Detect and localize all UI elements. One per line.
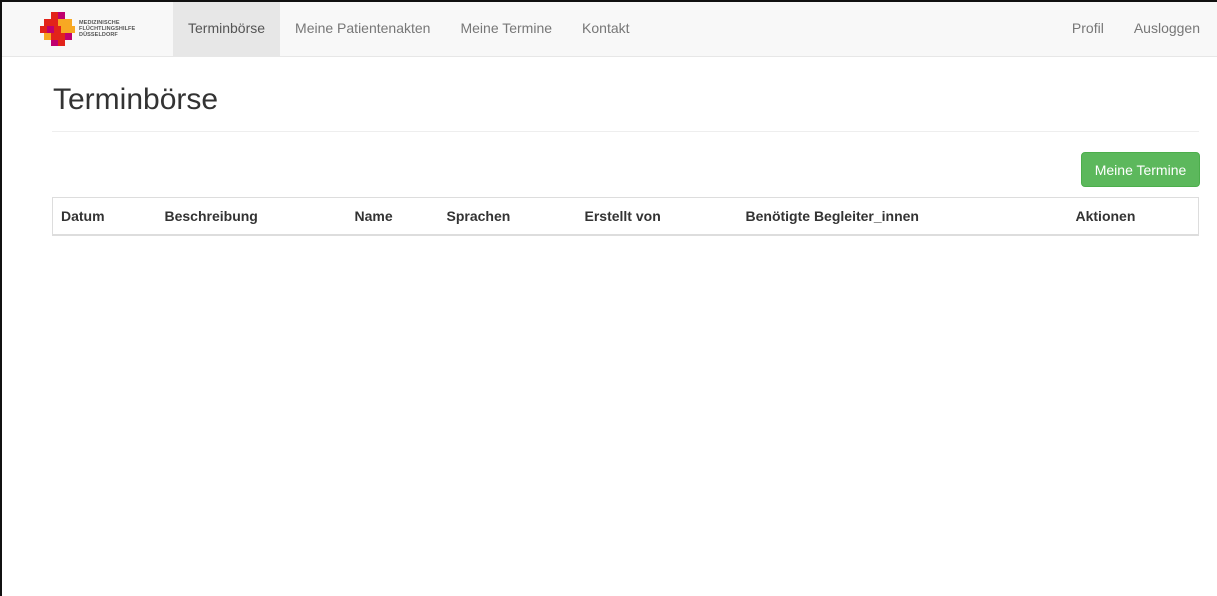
top-navbar: MEDIZINISCHE FLÜCHTLINGSHILFE DÜSSELDORF…	[0, 0, 1217, 57]
nav-item-terminboerse[interactable]: Terminbörse	[173, 0, 281, 56]
brand-wordmark: MEDIZINISCHE FLÜCHTLINGSHILFE DÜSSELDORF	[79, 20, 135, 38]
page-title: Terminbörse	[53, 83, 219, 116]
page-header: Terminbörse	[52, 76, 1199, 132]
brand-logo[interactable]: MEDIZINISCHE FLÜCHTLINGSHILFE DÜSSELDORF	[40, 12, 135, 46]
nav-item-profil[interactable]: Profil	[1057, 0, 1119, 56]
column-header-beschreibung[interactable]: Beschreibung	[156, 197, 347, 236]
nav-item-ausloggen[interactable]: Ausloggen	[1119, 0, 1215, 56]
main-nav: Terminbörse Meine Patientenakten Meine T…	[173, 0, 645, 56]
column-header-aktionen[interactable]: Aktionen	[1067, 197, 1199, 236]
nav-item-patientenakten[interactable]: Meine Patientenakten	[280, 0, 445, 56]
column-header-begleiter[interactable]: Benötigte Begleiter_innen	[737, 197, 1068, 236]
column-header-name[interactable]: Name	[346, 197, 439, 236]
cross-logo-icon	[40, 12, 75, 46]
appointments-table: Datum Beschreibung Name Sprachen Erstell…	[52, 197, 1199, 236]
nav-item-kontakt[interactable]: Kontakt	[567, 0, 644, 56]
column-header-erstellt-von[interactable]: Erstellt von	[576, 197, 738, 236]
meine-termine-button[interactable]: Meine Termine	[1081, 152, 1200, 187]
nav-item-meine-termine[interactable]: Meine Termine	[445, 0, 567, 56]
column-header-sprachen[interactable]: Sprachen	[438, 197, 577, 236]
column-header-datum[interactable]: Datum	[52, 197, 157, 236]
brand-line-3: DÜSSELDORF	[79, 32, 118, 38]
user-nav: Profil Ausloggen	[1057, 0, 1215, 56]
table-header-row: Datum Beschreibung Name Sprachen Erstell…	[52, 197, 1199, 236]
